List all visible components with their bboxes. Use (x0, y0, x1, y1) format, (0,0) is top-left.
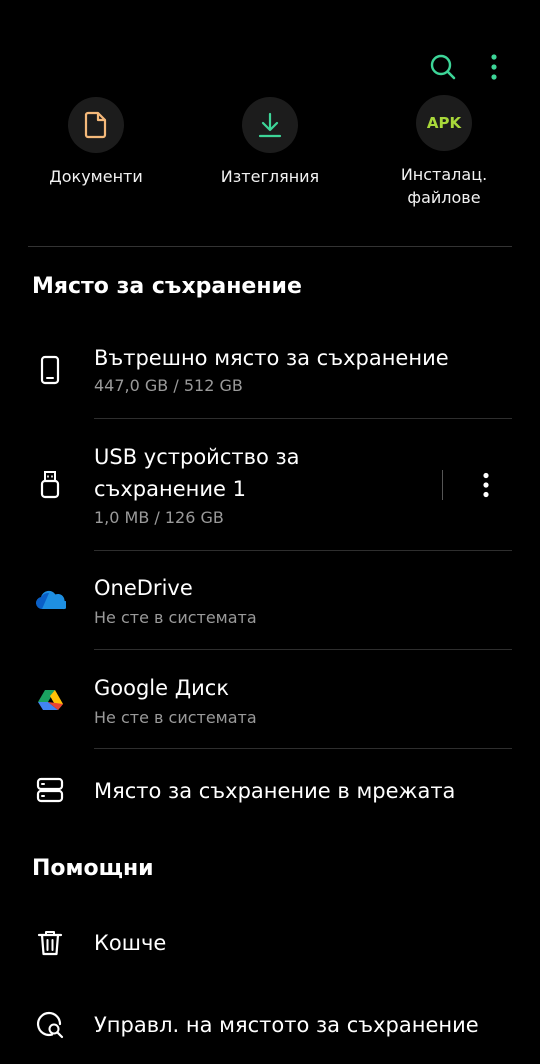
google-drive-item[interactable]: Google Диск Не сте в системата (0, 650, 540, 748)
usb-more-button[interactable] (470, 468, 502, 502)
document-icon (84, 111, 107, 139)
category-documents[interactable]: Документи (6, 97, 186, 188)
category-installation-files-label-line2: файлове (407, 188, 481, 207)
section-divider (28, 246, 512, 247)
top-bar (0, 0, 540, 100)
apk-icon-circle: APK (416, 95, 472, 151)
phone-icon (32, 354, 68, 386)
category-installation-files[interactable]: APK Инсталац. файлове (354, 95, 534, 209)
trash-title: Кошче (94, 931, 167, 955)
storage-section-title: Място за съхранение (32, 274, 302, 299)
more-vert-icon (483, 472, 489, 498)
onedrive-item[interactable]: OneDrive Не сте в системата (0, 551, 540, 649)
category-installation-files-label: Инсталац. файлове (354, 163, 534, 209)
internal-storage-usage: 447,0 GB / 512 GB (94, 376, 243, 395)
vertical-separator (442, 470, 443, 500)
usb-storage-item[interactable]: USB устройство за съхранение 1 1,0 MB / … (0, 420, 540, 550)
onedrive-cloud-icon (32, 587, 68, 613)
category-downloads[interactable]: Изтегляния (180, 97, 360, 188)
apk-icon: APK (426, 114, 462, 132)
usb-storage-title-line2: съхранение 1 (94, 477, 246, 501)
search-button[interactable] (423, 47, 463, 87)
server-icon (32, 777, 68, 803)
google-drive-status: Не сте в системата (94, 708, 257, 727)
onedrive-title: OneDrive (94, 576, 193, 600)
more-vert-icon (491, 54, 497, 80)
search-icon (430, 54, 456, 80)
more-options-button[interactable] (474, 47, 514, 87)
usb-storage-title: USB устройство за съхранение 1 (94, 441, 300, 505)
network-storage-item[interactable]: Място за съхранение в мрежата (0, 749, 540, 833)
category-installation-files-label-line1: Инсталац. (400, 165, 488, 184)
google-drive-title: Google Диск (94, 676, 230, 700)
category-downloads-label: Изтегляния (220, 167, 320, 186)
manage-storage-item[interactable]: Управл. на мястото за съхранение (0, 990, 540, 1060)
trash-icon (32, 928, 68, 958)
usb-storage-title-line1: USB устройство за (94, 445, 300, 469)
internal-storage-item[interactable]: Вътрешно място за съхранение 447,0 GB / … (0, 330, 540, 418)
category-documents-label: Документи (49, 167, 143, 186)
google-drive-icon (32, 687, 68, 713)
manage-storage-title: Управл. на мястото за съхранение (94, 1013, 479, 1037)
row-divider (94, 418, 512, 419)
category-row: Документи Изтегляния APK Инсталац. файло… (0, 95, 540, 220)
document-icon-circle (68, 97, 124, 153)
download-icon (258, 112, 282, 138)
onedrive-status: Не сте в системата (94, 608, 257, 627)
download-icon-circle (242, 97, 298, 153)
storage-analysis-icon (32, 1010, 68, 1040)
usb-drive-icon (32, 470, 68, 500)
utilities-section-title: Помощни (32, 856, 154, 881)
usb-storage-usage: 1,0 MB / 126 GB (94, 508, 224, 527)
network-storage-title: Място за съхранение в мрежата (94, 779, 456, 803)
internal-storage-title: Вътрешно място за съхранение (94, 346, 449, 370)
trash-item[interactable]: Кошче (0, 910, 540, 978)
